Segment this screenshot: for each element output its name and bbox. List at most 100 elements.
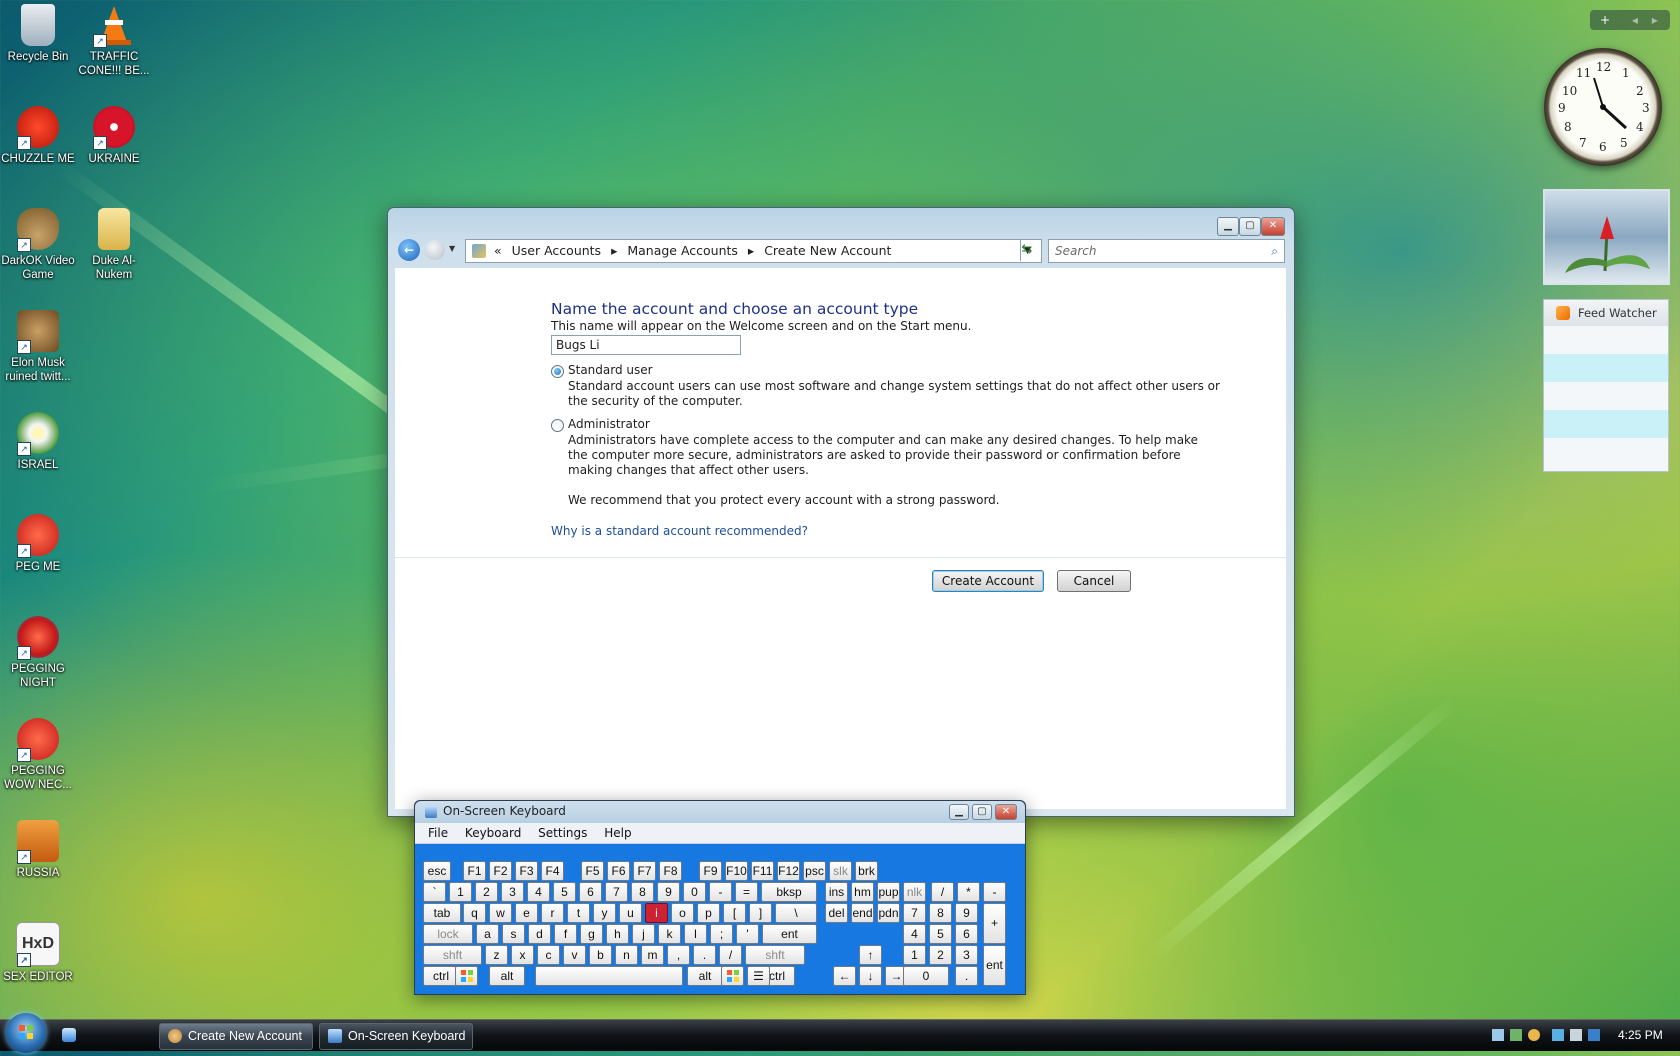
key-2[interactable]: 2 — [475, 882, 498, 902]
key-ctrl[interactable]: ctrl — [423, 966, 459, 986]
key-9[interactable]: 9 — [657, 882, 680, 902]
key-4[interactable]: 4 — [527, 882, 550, 902]
key-alt[interactable]: alt — [687, 966, 723, 986]
refresh-icon[interactable]: ⇆ — [1018, 241, 1036, 259]
key-h[interactable]: h — [606, 924, 629, 944]
key-[interactable]: - — [983, 882, 1006, 902]
address-bar[interactable]: « User Accounts ▸ Manage Accounts ▸ Crea… — [465, 239, 1042, 263]
key-0[interactable]: 0 — [683, 882, 706, 902]
desktop-icon-sex-editor[interactable]: HxD ↗ SEX EDITOR — [0, 922, 76, 984]
key-[interactable]: ; — [710, 924, 733, 944]
key-[interactable]: ` — [423, 882, 446, 902]
menu-keyboard[interactable]: Keyboard — [465, 823, 521, 843]
quick-launch-icon[interactable] — [62, 1028, 76, 1042]
desktop-icon-chuzzle[interactable]: ↗ CHUZZLE ME — [0, 106, 76, 166]
menu-help[interactable]: Help — [604, 823, 631, 843]
key-p[interactable]: p — [697, 903, 720, 923]
key-[interactable]: / — [719, 945, 742, 965]
desktop-icon-israel[interactable]: ↗ ISRAEL — [0, 412, 76, 472]
osk-minimize-button[interactable]: ▁ — [949, 804, 969, 820]
windows-key[interactable] — [721, 966, 744, 986]
numpad-0-key[interactable]: 0 — [903, 966, 949, 986]
volume-icon[interactable] — [1570, 1029, 1582, 1041]
key-5[interactable]: 5 — [929, 924, 952, 944]
key-q[interactable]: q — [463, 903, 486, 923]
why-standard-link[interactable]: Why is a standard account recommended? — [551, 524, 808, 538]
key-shft[interactable]: shft — [745, 945, 805, 965]
key-4[interactable]: 4 — [903, 924, 926, 944]
standard-user-label[interactable]: Standard user — [568, 363, 653, 378]
desktop-icon-ukraine[interactable]: ↗ UKRAINE — [76, 106, 152, 166]
desktop-icon-peg-me[interactable]: ↗ PEG ME — [0, 514, 76, 574]
key-[interactable]: [ — [723, 903, 746, 923]
key-hm[interactable]: hm — [851, 882, 874, 902]
windows-key[interactable] — [455, 966, 478, 986]
key-v[interactable]: v — [563, 945, 586, 965]
key-c[interactable]: c — [537, 945, 560, 965]
feed-watcher-gadget[interactable]: Feed Watcher — [1543, 299, 1669, 472]
breadcrumb-overflow[interactable]: « — [494, 243, 502, 258]
breadcrumb-separator[interactable]: ▸ — [748, 243, 754, 258]
key-[interactable]: . — [693, 945, 716, 965]
recent-pages-dropdown[interactable]: ▼ — [449, 244, 455, 253]
back-button[interactable]: ← — [398, 239, 420, 261]
osk-maximize-button[interactable]: ▢ — [972, 804, 992, 820]
key-[interactable]: ' — [736, 924, 759, 944]
key-shft[interactable]: shft — [423, 945, 482, 965]
taskbar-create-new-account[interactable]: Create New Account — [159, 1023, 313, 1050]
key-psc[interactable]: psc — [803, 861, 826, 881]
key-F2[interactable]: F2 — [489, 861, 512, 881]
key-lock[interactable]: lock — [423, 924, 473, 944]
menu-key[interactable]: ☰ — [747, 966, 770, 986]
key-F12[interactable]: F12 — [777, 861, 800, 881]
key-s[interactable]: s — [502, 924, 525, 944]
key-l[interactable]: l — [684, 924, 707, 944]
key-end[interactable]: end — [851, 903, 874, 923]
administrator-label[interactable]: Administrator — [568, 417, 650, 432]
key-bksp[interactable]: bksp — [761, 882, 817, 902]
desktop-icon-elon[interactable]: ↗ Elon Musk ruined twitt... — [0, 310, 76, 384]
key-k[interactable]: k — [658, 924, 681, 944]
key-w[interactable]: w — [489, 903, 512, 923]
key-g[interactable]: g — [580, 924, 603, 944]
key-tab[interactable]: tab — [423, 903, 461, 923]
menu-file[interactable]: File — [428, 823, 448, 843]
key-5[interactable]: 5 — [553, 882, 576, 902]
key-[interactable]: , — [667, 945, 690, 965]
clock-time[interactable]: 4:25 PM — [1618, 1028, 1663, 1042]
key-pdn[interactable]: pdn — [877, 903, 900, 923]
key-n[interactable]: n — [615, 945, 638, 965]
tray-icon[interactable] — [1510, 1029, 1522, 1041]
key-1[interactable]: 1 — [449, 882, 472, 902]
key-8[interactable]: 8 — [631, 882, 654, 902]
key-[interactable]: + — [983, 903, 1006, 944]
tray-icon[interactable] — [1492, 1029, 1504, 1041]
breadcrumb-manage-accounts[interactable]: Manage Accounts — [627, 243, 738, 258]
feed-row[interactable] — [1544, 326, 1668, 354]
key-r[interactable]: r — [541, 903, 564, 923]
minimize-button[interactable]: ▁ — [1217, 217, 1239, 236]
key-i[interactable]: i — [645, 903, 668, 923]
key-z[interactable]: z — [485, 945, 508, 965]
key-7[interactable]: 7 — [605, 882, 628, 902]
key-brk[interactable]: brk — [855, 861, 878, 881]
create-account-button[interactable]: Create Account — [932, 570, 1044, 592]
key-F6[interactable]: F6 — [607, 861, 630, 881]
key-slk[interactable]: slk — [829, 861, 852, 881]
key-esc[interactable]: esc — [423, 861, 451, 881]
osk-close-button[interactable]: ✕ — [995, 804, 1017, 820]
prev-icon[interactable]: ◂ — [1632, 13, 1638, 27]
key-alt[interactable]: alt — [489, 966, 525, 986]
next-icon[interactable]: ▸ — [1652, 13, 1658, 27]
start-button[interactable] — [6, 1013, 46, 1053]
key-[interactable]: = — [735, 882, 758, 902]
spacebar-key[interactable] — [535, 966, 683, 986]
key-y[interactable]: y — [593, 903, 616, 923]
key-[interactable]: ] — [749, 903, 772, 923]
breadcrumb-create-new-account[interactable]: Create New Account — [764, 243, 891, 258]
key-ent[interactable]: ent — [983, 945, 1006, 986]
key-F10[interactable]: F10 — [725, 861, 748, 881]
key-e[interactable]: e — [515, 903, 538, 923]
key-[interactable]: ↑ — [859, 945, 882, 965]
maximize-button[interactable]: ▢ — [1239, 217, 1261, 236]
